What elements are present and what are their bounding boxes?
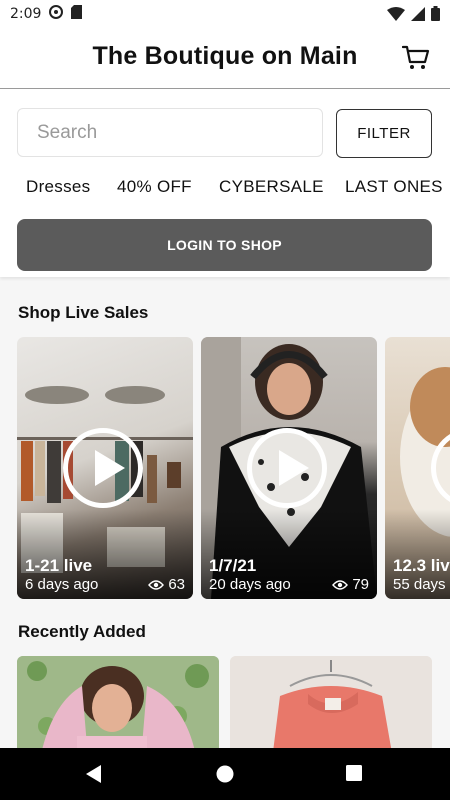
sync-icon <box>49 5 64 23</box>
app-title: The Boutique on Main <box>92 42 358 70</box>
recently-added-list[interactable] <box>0 656 450 748</box>
signal-icon <box>411 6 425 25</box>
battery-icon <box>431 6 440 25</box>
search-input[interactable] <box>17 108 323 157</box>
product-image <box>230 656 432 748</box>
sd-card-icon <box>71 5 83 23</box>
status-indicators <box>387 6 440 25</box>
product-card[interactable] <box>230 656 432 748</box>
eye-icon <box>148 579 165 590</box>
cart-icon <box>401 45 430 69</box>
live-sale-card[interactable]: 1/7/21 20 days ago 79 <box>201 337 377 599</box>
search-panel: FILTER Dresses 40% OFF CYBERSALE LAST ON… <box>0 89 450 277</box>
view-count: 63 <box>148 576 185 593</box>
home-icon <box>216 765 234 783</box>
live-sale-date: 6 days ago <box>25 576 99 593</box>
system-nav-bar <box>0 748 450 800</box>
live-sale-card[interactable]: 1-21 live 6 days ago 63 <box>17 337 193 599</box>
eye-icon <box>332 579 349 590</box>
live-sale-card[interactable]: 12.3 live 55 days ago <box>385 337 450 599</box>
live-sale-title: 12.3 live <box>393 556 450 575</box>
view-count-value: 63 <box>168 576 185 593</box>
login-to-shop-button[interactable]: LOGIN TO SHOP <box>17 219 432 271</box>
back-icon <box>86 765 101 783</box>
product-image <box>17 656 219 748</box>
live-sale-title: 1/7/21 <box>209 556 257 575</box>
back-button[interactable] <box>85 764 105 784</box>
status-bar: 2:09 <box>0 0 450 28</box>
filter-button[interactable]: FILTER <box>336 109 432 158</box>
tag-last-ones[interactable]: LAST ONES <box>345 177 443 197</box>
home-button[interactable] <box>215 764 235 784</box>
recents-icon <box>346 765 362 781</box>
view-count-value: 79 <box>352 576 369 593</box>
tag-cybersale[interactable]: CYBERSALE <box>219 177 324 197</box>
app-header: The Boutique on Main <box>0 28 450 89</box>
play-icon[interactable] <box>63 428 143 508</box>
live-sale-title: 1-21 live <box>25 556 93 575</box>
wifi-icon <box>387 6 405 25</box>
live-sale-date: 55 days ago <box>393 576 450 593</box>
view-count: 79 <box>332 576 369 593</box>
tag-40-off[interactable]: 40% OFF <box>117 177 192 197</box>
recently-added-heading: Recently Added <box>18 622 146 641</box>
cart-button[interactable] <box>401 44 430 72</box>
play-icon[interactable] <box>247 428 327 508</box>
product-card[interactable] <box>17 656 219 748</box>
tag-dresses[interactable]: Dresses <box>26 177 90 197</box>
live-sale-date: 20 days ago <box>209 576 291 593</box>
status-time: 2:09 <box>10 6 42 22</box>
quick-filter-tags: Dresses 40% OFF CYBERSALE LAST ONES <box>0 177 450 201</box>
live-sales-heading: Shop Live Sales <box>18 303 149 322</box>
recents-button[interactable] <box>345 764 365 784</box>
live-sales-carousel[interactable]: 1-21 live 6 days ago 63 1/7/21 20 days a… <box>0 337 450 599</box>
